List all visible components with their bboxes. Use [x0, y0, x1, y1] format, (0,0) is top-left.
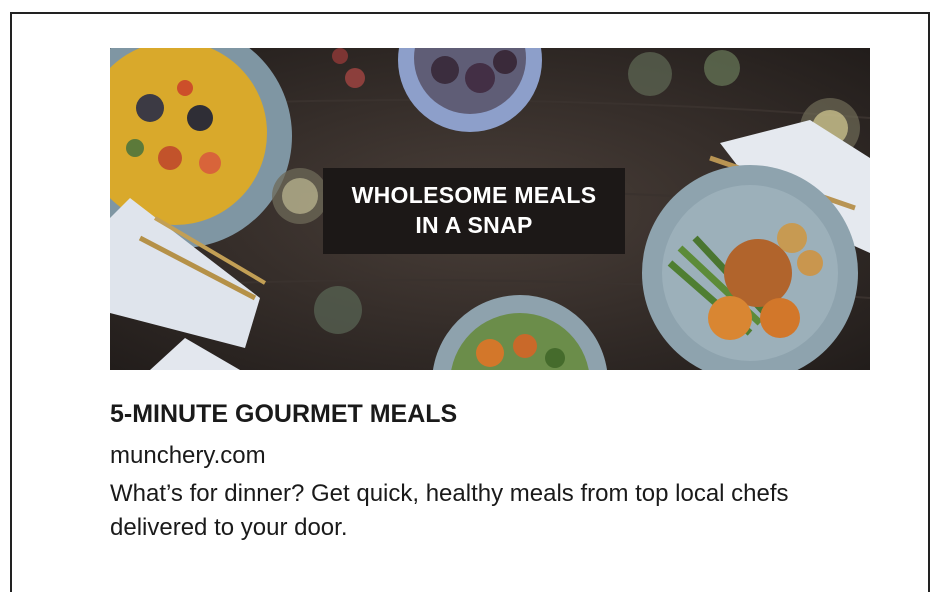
ad-domain: munchery.com [110, 442, 266, 469]
ad-headline-link[interactable]: 5-MINUTE GOURMET MEALS [110, 398, 457, 430]
ad-hero-image[interactable]: WHOLESOME MEALS IN A SNAP [110, 48, 870, 370]
hero-overlay-label: WHOLESOME MEALS IN A SNAP [323, 168, 625, 254]
hero-text-line-2: IN A SNAP [415, 212, 533, 238]
hero-text-line-1: WHOLESOME MEALS [351, 182, 597, 208]
ad-description: What’s for dinner? Get quick, healthy me… [110, 480, 789, 541]
